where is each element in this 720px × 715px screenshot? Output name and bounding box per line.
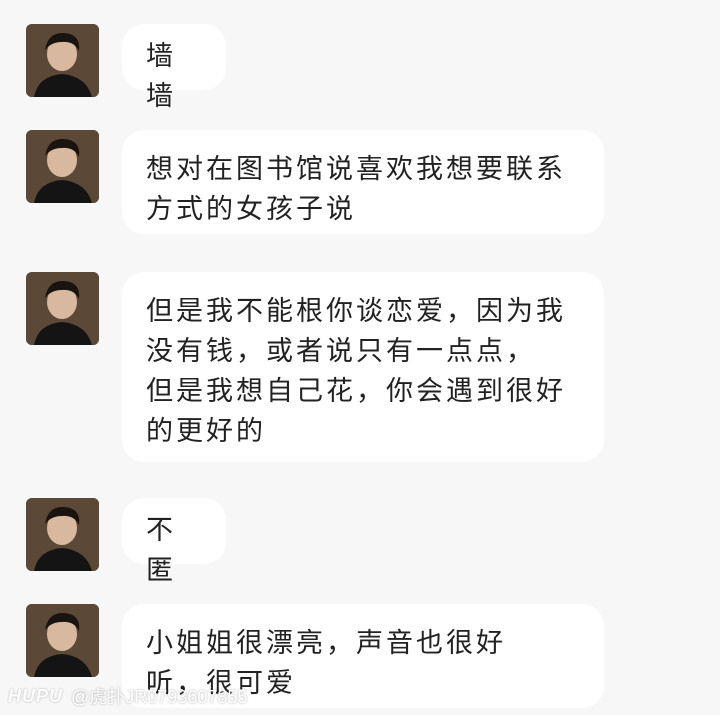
sender-avatar[interactable] <box>26 272 99 345</box>
person-avatar-icon <box>26 604 99 677</box>
sender-avatar[interactable] <box>26 498 99 571</box>
watermark: HUPU @虎扑JR0793607855 <box>8 683 247 709</box>
hupu-logo: HUPU <box>8 685 64 706</box>
sender-avatar[interactable] <box>26 130 99 203</box>
person-avatar-icon <box>26 130 99 203</box>
message-bubble: 不匿 <box>122 498 226 586</box>
message-bubble: 想对在图书馆说喜欢我想要联系 方式的女孩子说 <box>122 130 604 234</box>
watermark-handle: @虎扑JR0793607855 <box>71 687 248 707</box>
message-bubble: 但是我不能根你谈恋爱，因为我 没有钱，或者说只有一点点， 但是我想自己花，你会遇… <box>122 272 604 462</box>
person-avatar-icon <box>26 24 99 97</box>
sender-avatar[interactable] <box>26 604 99 677</box>
sender-avatar[interactable] <box>26 24 99 97</box>
person-avatar-icon <box>26 272 99 345</box>
person-avatar-icon <box>26 498 99 571</box>
chat-conversation: 墙墙 想对在图书馆说喜欢我想要联系 方式的女孩子说 但是我不能根你谈恋爱，因为我… <box>0 0 720 715</box>
message-bubble: 墙墙 <box>122 24 226 112</box>
